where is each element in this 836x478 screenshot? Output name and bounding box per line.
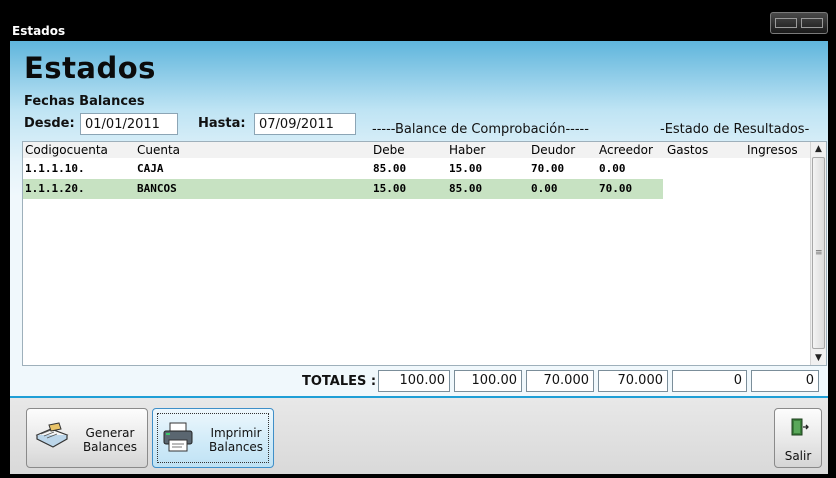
- cell-codigo: 1.1.1.10.: [25, 162, 85, 175]
- minimize-button[interactable]: [775, 18, 797, 28]
- cell-acreedor: 70.00: [599, 182, 633, 195]
- grid-header: Codigocuenta Cuenta Debe Haber Deudor Ac…: [23, 142, 811, 158]
- maximize-button[interactable]: [801, 18, 823, 28]
- cell-cuenta: BANCOS: [137, 182, 177, 195]
- column-header[interactable]: Deudor: [531, 143, 575, 157]
- cell-haber: 85.00: [449, 182, 483, 195]
- total-gastos-field: 0: [672, 370, 747, 392]
- cell-deudor: 70.00: [531, 162, 565, 175]
- salir-label: Salir: [784, 449, 812, 463]
- generar-label-line1: Generar: [85, 426, 135, 440]
- desde-date-field[interactable]: [80, 113, 178, 135]
- scroll-up-arrow-icon[interactable]: ▲: [811, 142, 826, 156]
- column-header[interactable]: Codigocuenta: [25, 143, 108, 157]
- salir-button[interactable]: Salir: [774, 408, 822, 468]
- desde-label: Desde:: [24, 116, 75, 131]
- hasta-date-field[interactable]: [254, 113, 356, 135]
- title-bar: Estados: [10, 0, 828, 41]
- generar-balances-button[interactable]: Generar Balances: [26, 408, 148, 468]
- cell-cuenta: CAJA: [137, 162, 164, 175]
- form-client-area: Estados Fechas Balances Desde: Hasta: --…: [10, 41, 828, 474]
- scroll-down-arrow-icon[interactable]: ▼: [811, 351, 826, 365]
- book-icon: [35, 422, 69, 448]
- total-acreedor-field: 70.000: [598, 370, 668, 392]
- vertical-scrollbar[interactable]: ▲ ≡ ▼: [810, 142, 826, 365]
- accounts-grid[interactable]: Codigocuenta Cuenta Debe Haber Deudor Ac…: [22, 141, 827, 366]
- cell-haber: 15.00: [449, 162, 483, 175]
- window-title: Estados: [12, 24, 66, 38]
- button-bar: Generar Balances Imprimir Balances Salir: [10, 396, 828, 474]
- imprimir-label-line1: Imprimir: [210, 426, 262, 440]
- total-ingresos-field: 0: [751, 370, 819, 392]
- totales-label: TOTALES :: [302, 374, 377, 389]
- hasta-label: Hasta:: [198, 116, 246, 131]
- column-header[interactable]: Haber: [449, 143, 485, 157]
- generar-label-line2: Balances: [82, 440, 138, 454]
- column-header[interactable]: Acreedor: [599, 143, 653, 157]
- cell-debe: 15.00: [373, 182, 407, 195]
- cell-debe: 85.00: [373, 162, 407, 175]
- total-debe-field: 100.00: [378, 370, 450, 392]
- total-deudor-field: 70.000: [526, 370, 594, 392]
- imprimir-balances-button[interactable]: Imprimir Balances: [152, 408, 274, 468]
- column-header[interactable]: Debe: [373, 143, 405, 157]
- total-haber-field: 100.00: [454, 370, 522, 392]
- resultados-caption: -Estado de Resultados-: [660, 122, 810, 137]
- column-header[interactable]: Gastos: [667, 143, 708, 157]
- column-header[interactable]: Ingresos: [747, 143, 798, 157]
- page-title: Estados: [24, 51, 156, 85]
- table-row[interactable]: 1.1.1.10. CAJA 85.00 15.00 70.00 0.00: [23, 159, 663, 179]
- cell-deudor: 0.00: [531, 182, 558, 195]
- cell-codigo: 1.1.1.20.: [25, 182, 85, 195]
- column-header[interactable]: Cuenta: [137, 143, 180, 157]
- printer-icon: [163, 422, 193, 452]
- fechas-label: Fechas Balances: [24, 94, 145, 109]
- window-controls[interactable]: [770, 12, 828, 34]
- imprimir-label-line2: Balances: [208, 440, 264, 454]
- scroll-thumb[interactable]: ≡: [812, 157, 825, 349]
- cell-acreedor: 0.00: [599, 162, 626, 175]
- window: Estados Estados Fechas Balances Desde: H…: [0, 0, 836, 478]
- table-row-selected[interactable]: 1.1.1.20. BANCOS 15.00 85.00 0.00 70.00: [23, 179, 663, 199]
- balance-caption: -----Balance de Comprobación-----: [372, 122, 589, 137]
- exit-door-icon: [791, 418, 809, 436]
- grip-icon: ≡: [815, 248, 823, 258]
